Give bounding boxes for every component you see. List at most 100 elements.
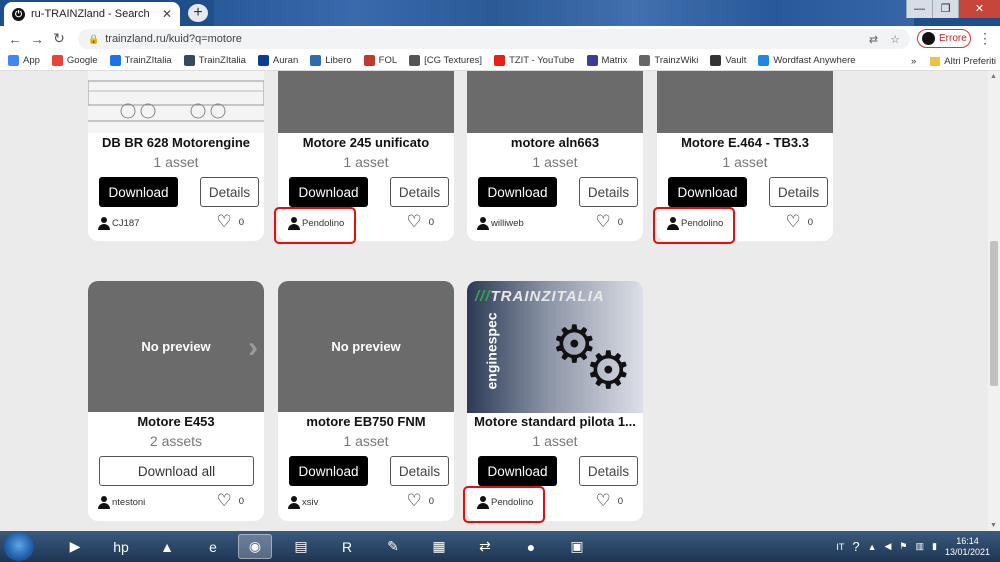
media-player-icon[interactable]: ▶ bbox=[58, 534, 92, 559]
bookmark-star-icon[interactable]: ☆ bbox=[890, 33, 900, 46]
tab-close-icon[interactable]: ✕ bbox=[162, 7, 172, 21]
author-link[interactable]: williweb bbox=[477, 217, 524, 230]
download-button[interactable]: Download bbox=[289, 177, 368, 207]
asset-card[interactable]: ///TRAINZITALIA enginespec ⚙ ⚙ Motore standa… bbox=[467, 281, 643, 521]
profile-status-label: Errore bbox=[939, 33, 967, 44]
reload-icon[interactable]: ↻ bbox=[48, 30, 70, 47]
bookmark-item[interactable]: Libero bbox=[310, 55, 352, 66]
like-button[interactable]: ♡ 0 bbox=[216, 213, 244, 230]
calculator-icon[interactable]: ▣ bbox=[560, 534, 594, 559]
chrome-icon[interactable]: ◉ bbox=[238, 534, 272, 559]
author-link[interactable]: xsiv bbox=[288, 496, 318, 509]
scroll-down-icon[interactable]: ▼ bbox=[990, 522, 997, 529]
asset-preview-image[interactable]: ///TRAINZITALIA enginespec ⚙ ⚙ bbox=[467, 281, 643, 413]
asset-card[interactable]: motore aln663 1 asset Download Details willi… bbox=[467, 71, 643, 241]
bookmark-item[interactable]: TZIT - YouTube bbox=[494, 55, 575, 66]
language-indicator[interactable]: IT bbox=[836, 542, 844, 552]
asset-title[interactable]: DB BR 628 Motorengine bbox=[88, 135, 264, 150]
search-results[interactable]: DB BR 628 Motorengine 1 asset Download Deta… bbox=[0, 71, 988, 531]
volume-icon[interactable]: ◀ bbox=[884, 541, 891, 552]
asset-card[interactable]: DB BR 628 Motorengine 1 asset Download Deta… bbox=[88, 71, 264, 241]
asset-title[interactable]: motore EB750 FNM bbox=[278, 414, 454, 429]
asset-title[interactable]: Motore 245 unificato bbox=[278, 135, 454, 150]
app-icon[interactable]: ▲ bbox=[150, 534, 184, 559]
internet-explorer-icon[interactable]: e bbox=[196, 534, 230, 559]
minimize-button[interactable]: — bbox=[906, 0, 932, 18]
other-bookmarks[interactable]: Altri Preferiti bbox=[944, 56, 996, 67]
author-link[interactable]: CJ187 bbox=[98, 217, 139, 230]
bookmark-item[interactable]: Matrix bbox=[586, 55, 627, 66]
asset-preview-image[interactable] bbox=[657, 71, 833, 133]
network-icon[interactable]: ▥ bbox=[915, 541, 924, 552]
asset-preview-image[interactable]: No preview bbox=[278, 281, 454, 412]
bookmark-item[interactable]: TrainZItalia bbox=[109, 55, 172, 66]
trainz-icon[interactable]: R bbox=[330, 534, 364, 559]
asset-card[interactable]: No preview › Motore E453 2 assets Download a… bbox=[88, 281, 264, 521]
page-scrollbar[interactable]: ▲ ▼ bbox=[988, 71, 1000, 531]
download-button[interactable]: Download bbox=[478, 177, 557, 207]
battery-icon[interactable]: ▮ bbox=[932, 541, 937, 552]
asset-title[interactable]: motore aln663 bbox=[467, 135, 643, 150]
asset-preview-image[interactable] bbox=[467, 71, 643, 133]
download-button[interactable]: Download bbox=[289, 456, 368, 486]
excel-icon[interactable]: ⇄ bbox=[468, 534, 502, 559]
bookmark-item[interactable]: Wordfast Anywhere bbox=[758, 55, 856, 66]
profile-status-button[interactable]: Errore bbox=[917, 29, 971, 48]
tray-arrow-icon[interactable]: ▲ bbox=[868, 542, 877, 552]
author-link[interactable]: ntestoni bbox=[98, 496, 145, 509]
forward-arrow-icon[interactable]: → bbox=[26, 31, 48, 47]
like-button[interactable]: ♡ 0 bbox=[595, 213, 623, 230]
asset-preview-image[interactable] bbox=[278, 71, 454, 133]
new-tab-button[interactable]: + bbox=[188, 4, 208, 22]
like-button[interactable]: ♡ 0 bbox=[216, 492, 244, 509]
asset-card[interactable]: No preview motore EB750 FNM 1 asset Downloa… bbox=[278, 281, 454, 521]
download-button[interactable]: Download bbox=[478, 456, 557, 486]
like-button[interactable]: ♡ 0 bbox=[595, 492, 623, 509]
details-button[interactable]: Details bbox=[579, 177, 638, 207]
clock[interactable]: 16:14 13/01/2021 bbox=[945, 536, 990, 558]
bookmark-item[interactable]: Google bbox=[51, 55, 98, 66]
bookmark-item[interactable]: Auran bbox=[257, 55, 298, 66]
asset-preview-image[interactable] bbox=[88, 71, 264, 133]
bookmarks-more-icon[interactable]: » bbox=[911, 56, 916, 67]
menu-kebab-icon[interactable]: ⋮ bbox=[978, 30, 992, 47]
start-button[interactable] bbox=[4, 532, 34, 561]
writer-icon[interactable]: ✎ bbox=[376, 534, 410, 559]
notepad-icon[interactable]: ▤ bbox=[284, 534, 318, 559]
chevron-right-icon[interactable]: › bbox=[248, 331, 258, 365]
bookmark-item[interactable]: FOL bbox=[363, 55, 397, 66]
bookmark-item[interactable]: Vault bbox=[710, 55, 746, 66]
browser-tab[interactable]: ⏻ ru-TRAINZland - Search ✕ bbox=[4, 2, 180, 26]
hp-icon[interactable]: hp bbox=[104, 534, 138, 559]
like-button[interactable]: ♡ 0 bbox=[406, 492, 434, 509]
help-icon[interactable]: ? bbox=[852, 539, 859, 554]
asset-title[interactable]: Motore E.464 - TB3.3 bbox=[657, 135, 833, 150]
bookmark-item[interactable]: TrainzWiki bbox=[639, 55, 698, 66]
details-button[interactable]: Details bbox=[579, 456, 638, 486]
asset-title[interactable]: Motore standard pilota 1... bbox=[467, 414, 643, 429]
details-button[interactable]: Details bbox=[390, 177, 449, 207]
details-button[interactable]: Details bbox=[200, 177, 259, 207]
back-arrow-icon[interactable]: ← bbox=[4, 31, 26, 47]
bookmark-item[interactable]: App bbox=[8, 55, 40, 66]
download-button[interactable]: Download bbox=[668, 177, 747, 207]
address-bar[interactable]: 🔒 trainzland.ru/kuid?q=motore ⇄ ☆ bbox=[78, 29, 910, 49]
asset-preview-image[interactable]: No preview › bbox=[88, 281, 264, 412]
bookmark-item[interactable]: TrainZItalia bbox=[183, 55, 246, 66]
scroll-up-icon[interactable]: ▲ bbox=[990, 73, 997, 80]
translate-icon[interactable]: ⇄ bbox=[869, 33, 878, 46]
like-button[interactable]: ♡ 0 bbox=[785, 213, 813, 230]
bookmark-item[interactable]: [CG Textures] bbox=[409, 55, 482, 66]
file-explorer-icon[interactable]: ▦ bbox=[422, 534, 456, 559]
like-button[interactable]: ♡ 0 bbox=[406, 213, 434, 230]
flag-icon[interactable]: ⚑ bbox=[899, 541, 907, 552]
download-all-button[interactable]: Download all bbox=[99, 456, 254, 486]
scroll-thumb[interactable] bbox=[990, 241, 998, 386]
download-button[interactable]: Download bbox=[99, 177, 178, 207]
close-window-button[interactable]: ✕ bbox=[958, 0, 1000, 18]
details-button[interactable]: Details bbox=[390, 456, 449, 486]
maximize-button[interactable]: ❐ bbox=[932, 0, 958, 18]
details-button[interactable]: Details bbox=[769, 177, 828, 207]
firefox-icon[interactable]: ● bbox=[514, 534, 548, 559]
asset-title[interactable]: Motore E453 bbox=[88, 414, 264, 429]
